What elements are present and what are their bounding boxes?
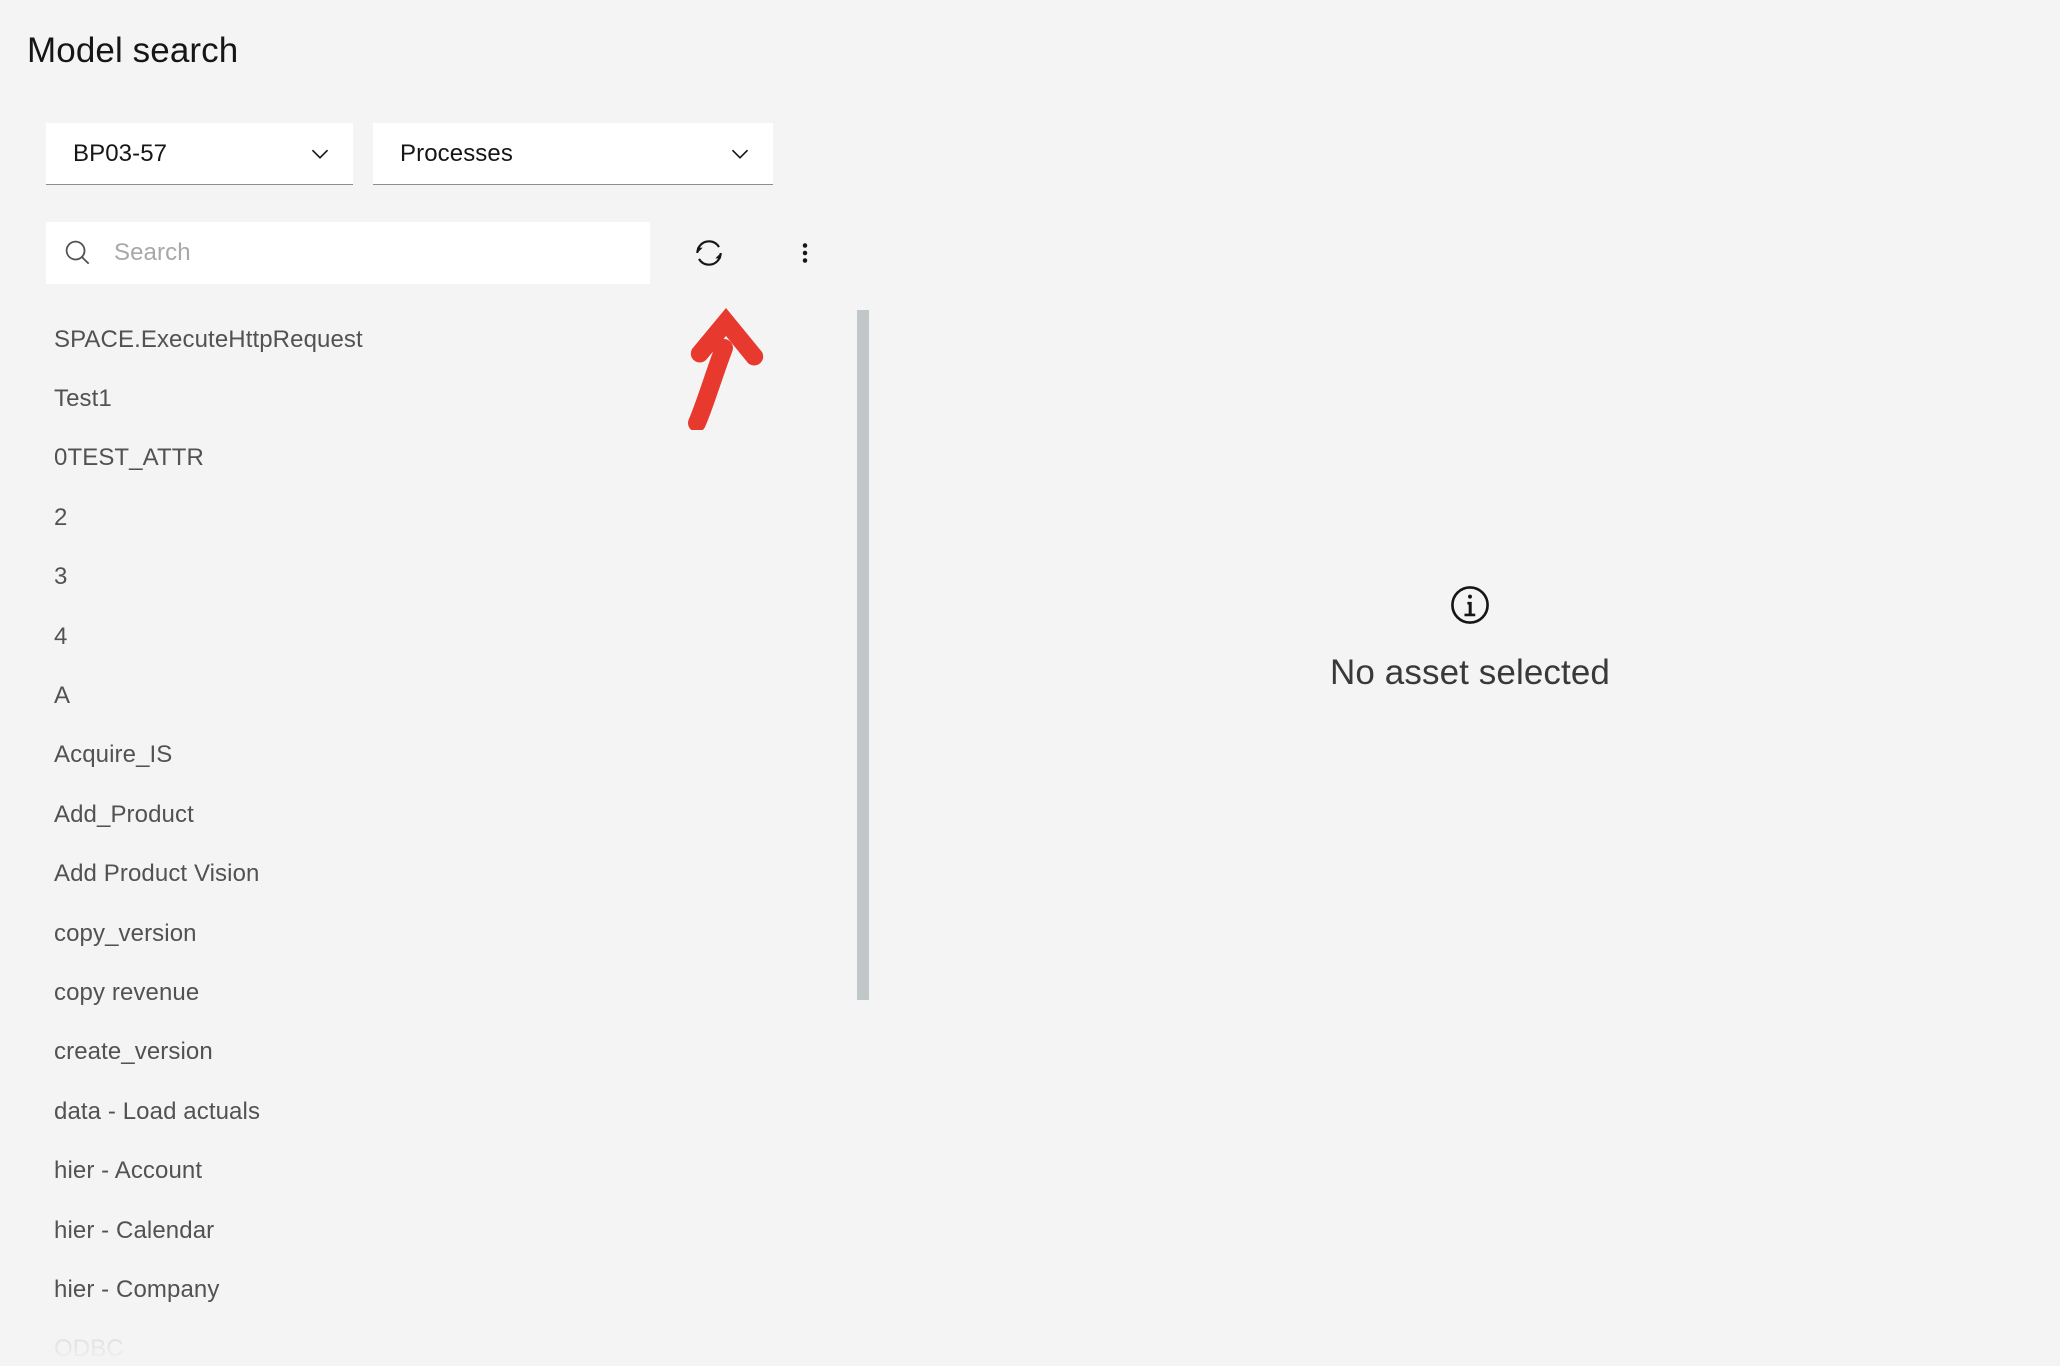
asset-type-dropdown-value: Processes [400, 139, 513, 167]
model-dropdown[interactable]: BP03-57 [46, 123, 353, 185]
list-item[interactable]: hier - Calendar [0, 1201, 880, 1260]
filter-dropdown-row: BP03-57 Processes [46, 123, 773, 185]
list-item[interactable]: ODBC [0, 1320, 880, 1366]
chevron-down-icon [725, 139, 755, 169]
search-field[interactable] [46, 222, 650, 284]
list-item[interactable]: Test1 [0, 369, 880, 428]
refresh-icon [696, 240, 722, 266]
refresh-button[interactable] [678, 222, 740, 284]
list-item[interactable]: SPACE.ExecuteHttpRequest [0, 310, 880, 369]
list-item[interactable]: hier - Company [0, 1260, 880, 1319]
list-item[interactable]: create_version [0, 1023, 880, 1082]
search-icon [64, 239, 92, 267]
chevron-down-icon [305, 139, 335, 169]
search-toolbar [46, 222, 836, 284]
list-item[interactable]: 0TEST_ATTR [0, 429, 880, 488]
list-item[interactable]: Add Product Vision [0, 845, 880, 904]
list-scrollbar[interactable] [857, 305, 869, 1360]
list-item[interactable]: 2 [0, 488, 880, 547]
list-scrollbar-thumb[interactable] [857, 310, 869, 1000]
list-item[interactable]: 4 [0, 607, 880, 666]
list-item[interactable]: A [0, 666, 880, 725]
list-item[interactable]: hier - Account [0, 1141, 880, 1200]
empty-state: No asset selected [1330, 584, 1610, 693]
list-item[interactable]: copy revenue [0, 963, 880, 1022]
information-circle-icon [1449, 584, 1491, 631]
model-search-left-panel: BP03-57 Processes Search SPACE.ExecuteHt… [0, 0, 880, 1366]
asset-type-dropdown[interactable]: Processes [373, 123, 773, 185]
empty-state-text: No asset selected [1330, 652, 1610, 692]
list-item[interactable]: copy_version [0, 904, 880, 963]
model-dropdown-value: BP03-57 [73, 139, 168, 167]
list-item[interactable]: 3 [0, 548, 880, 607]
list-item[interactable]: Add_Product [0, 785, 880, 844]
asset-list[interactable]: SPACE.ExecuteHttpRequest Test1 0TEST_ATT… [0, 310, 880, 1366]
asset-detail-panel: No asset selected [880, 0, 2060, 1366]
list-item[interactable]: Acquire_IS [0, 726, 880, 785]
list-item[interactable]: data - Load actuals [0, 1082, 880, 1141]
overflow-menu-icon [802, 243, 808, 263]
search-input[interactable] [114, 233, 614, 273]
overflow-menu-button[interactable] [774, 222, 836, 284]
